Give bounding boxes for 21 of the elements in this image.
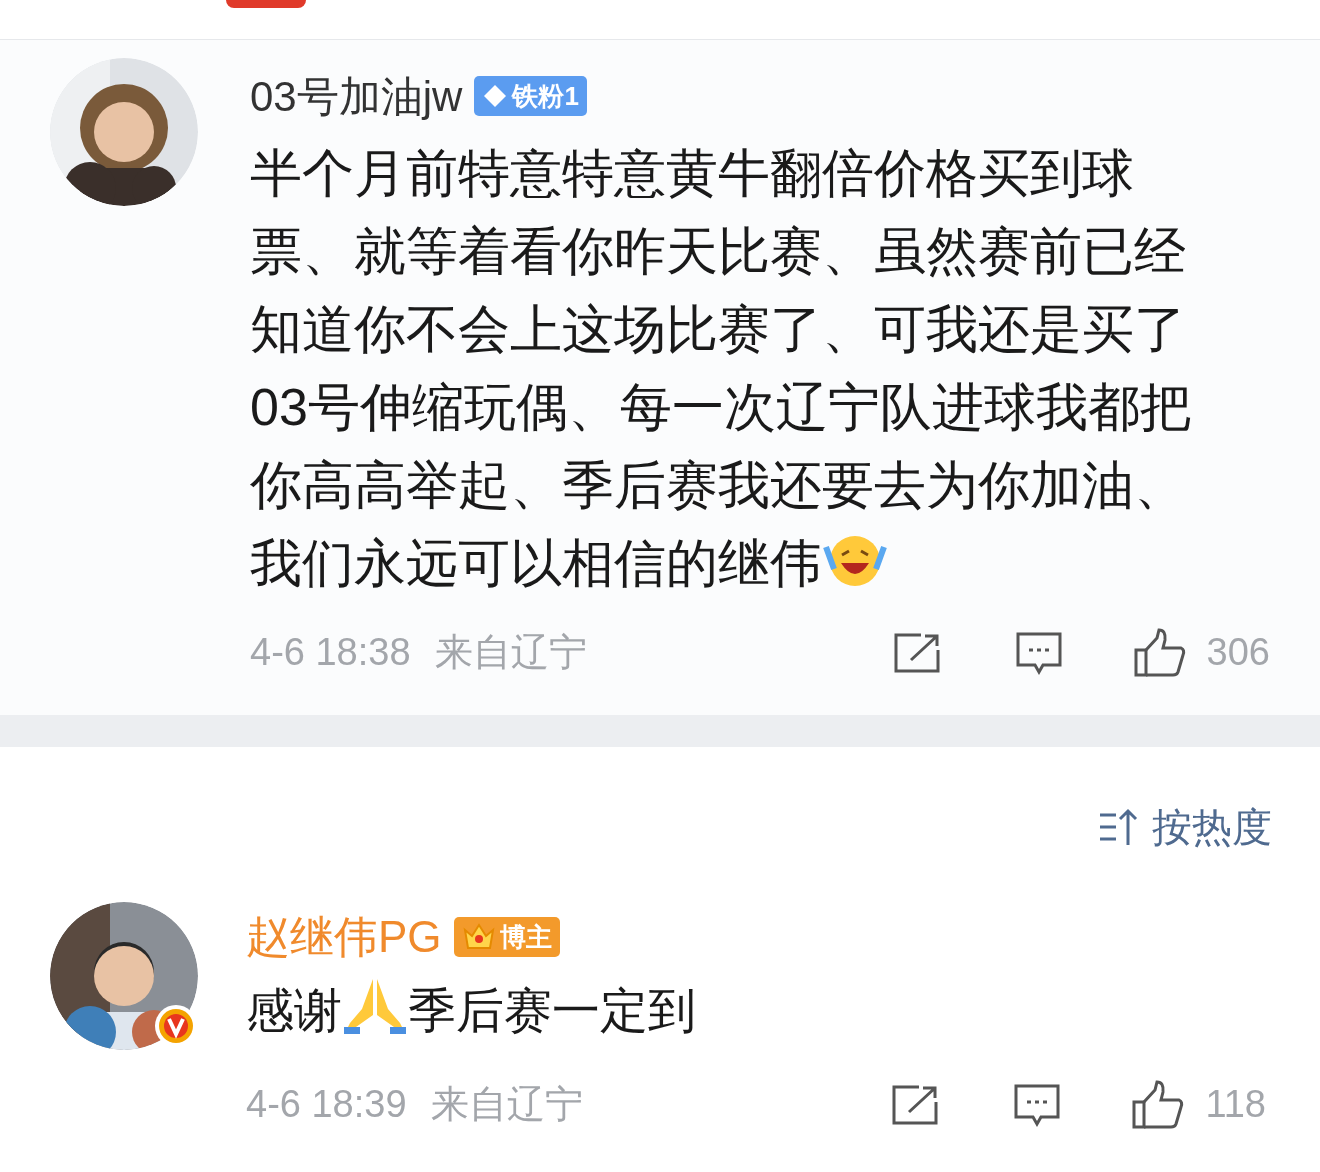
comment-time: 4-6 18:38 [250,630,411,675]
like-count: 306 [1206,630,1270,675]
comment-location: 来自辽宁 [434,630,587,675]
share-icon[interactable] [891,1083,940,1126]
comment-icon[interactable] [1013,1082,1062,1127]
like-icon[interactable] [1131,1079,1186,1130]
user-badge: 铁粉1 [474,76,587,116]
reply-text-start: 感谢 [246,984,342,1037]
sort-icon [1098,807,1140,847]
reply-text-end: 季后赛一定到 [408,984,696,1037]
like-icon[interactable] [1132,627,1187,678]
user-badge: 博主 [453,917,560,957]
comment-time: 4-6 18:39 [246,1082,407,1127]
share-icon[interactable] [892,631,941,674]
comment-author[interactable]: 03号加油jw [250,64,463,128]
like-count: 118 [1205,1082,1266,1127]
comment-text: 半个月前特意特意黄牛翻倍价格买到球票、就等着看你昨天比赛、虽然赛前已经知道你不会上这场比赛了、可我还是买了03号伸缩玩偶、每一次辽宁队进球我都把你高高举起、季后赛我还要去为你加油、我们永远可以相信的继伟 [250,143,1193,594]
comment-icon[interactable] [1014,630,1063,675]
comment-location: 来自辽宁 [430,1082,583,1127]
sort-button[interactable]: 按热度 [1098,797,1272,857]
diamond-icon [482,83,509,109]
